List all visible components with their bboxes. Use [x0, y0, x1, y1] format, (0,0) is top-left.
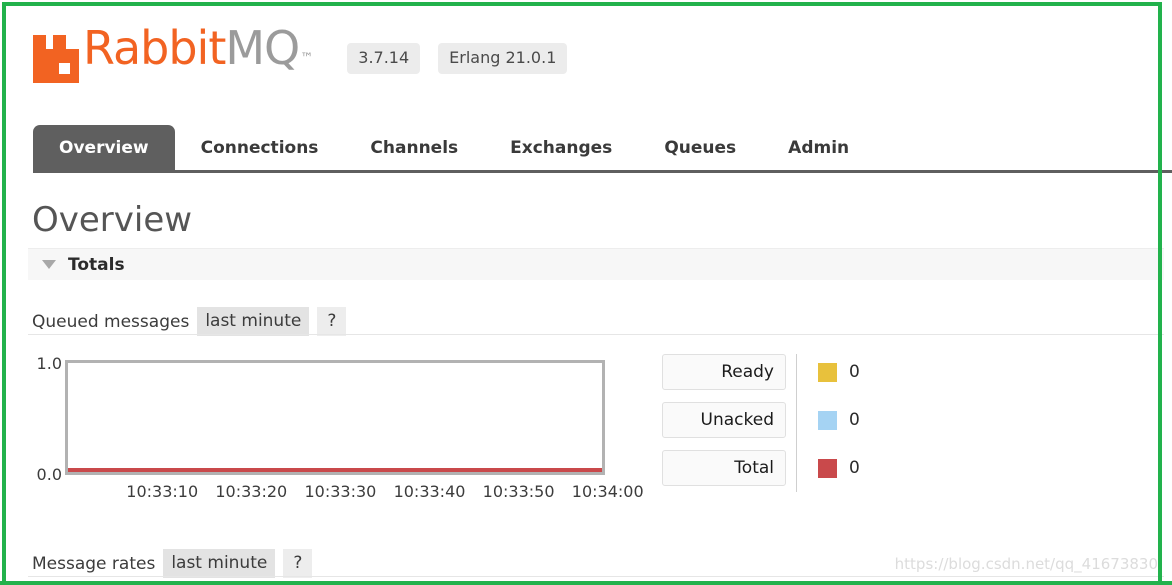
message-rates-label: Message rates	[32, 553, 156, 574]
y-axis-tick-max: 1.0	[36, 354, 62, 373]
chart-legend: Ready Unacked Total 0 0 0	[662, 354, 860, 492]
legend-count-total: 0	[849, 458, 860, 478]
legend-value-list: 0 0 0	[818, 354, 860, 486]
rabbitmq-version-badge: 3.7.14	[347, 43, 421, 74]
swatch-ready-icon	[818, 362, 837, 382]
rabbitmq-logo[interactable]: RabbitMQ™	[33, 21, 313, 85]
logo-text-rabbit: Rabbit	[83, 21, 226, 75]
chart-plot-area	[65, 360, 605, 475]
section-header-totals[interactable]: Totals	[28, 248, 1164, 280]
rabbit-logo-icon	[33, 35, 79, 83]
message-rates-help-icon[interactable]: ?	[283, 549, 313, 578]
tab-overview[interactable]: Overview	[33, 125, 175, 172]
page-content: RabbitMQ™ 3.7.14 Erlang 21.0.1 Overview …	[0, 0, 1172, 585]
divider-queued-messages	[28, 334, 1164, 335]
divider-message-rates	[28, 576, 1164, 577]
app-header: RabbitMQ™ 3.7.14 Erlang 21.0.1	[33, 21, 568, 85]
queued-messages-chart-block: 1.0 0.0 10:33:10 10:33:20 10:33:30 10:33…	[32, 352, 872, 502]
queued-messages-label: Queued messages	[32, 311, 190, 332]
series-line-total	[68, 468, 602, 472]
legend-item-unacked[interactable]: Unacked	[662, 402, 786, 438]
version-badges: 3.7.14 Erlang 21.0.1	[347, 43, 568, 74]
legend-divider	[796, 354, 797, 492]
tab-connections[interactable]: Connections	[175, 125, 345, 172]
queued-messages-period-selector[interactable]: last minute	[197, 307, 310, 336]
erlang-version-badge: Erlang 21.0.1	[438, 43, 568, 74]
x-axis-tick-3: 10:33:30	[304, 482, 377, 501]
legend-value-total: 0	[818, 450, 860, 486]
legend-value-unacked: 0	[818, 402, 860, 438]
x-axis-tick-1: 10:33:10	[126, 482, 199, 501]
x-axis-tick-5: 10:33:50	[482, 482, 555, 501]
tab-channels[interactable]: Channels	[344, 125, 484, 172]
message-rates-heading: Message rates last minute ?	[32, 549, 313, 578]
legend-count-ready: 0	[849, 362, 860, 382]
tab-exchanges[interactable]: Exchanges	[484, 125, 638, 172]
legend-value-ready: 0	[818, 354, 860, 390]
x-axis-tick-2: 10:33:20	[215, 482, 288, 501]
logo-text-mq: MQ	[225, 21, 300, 75]
swatch-unacked-icon	[818, 410, 837, 430]
queued-messages-chart: 1.0 0.0 10:33:10 10:33:20 10:33:30 10:33…	[32, 352, 652, 502]
x-axis-tick-4: 10:33:40	[393, 482, 466, 501]
message-rates-period-selector[interactable]: last minute	[163, 549, 276, 578]
watermark: https://blog.csdn.net/qq_41673830	[894, 555, 1158, 573]
tab-admin[interactable]: Admin	[762, 125, 875, 172]
trademark-icon: ™	[300, 51, 313, 66]
logo-wordmark: RabbitMQ™	[83, 21, 313, 85]
main-navigation: Overview Connections Channels Exchanges …	[33, 125, 875, 172]
queued-messages-heading: Queued messages last minute ?	[32, 307, 347, 336]
swatch-total-icon	[818, 458, 837, 478]
tab-queues[interactable]: Queues	[638, 125, 762, 172]
legend-label-list: Ready Unacked Total	[662, 354, 786, 486]
annotation-frame-bottom	[0, 581, 1172, 585]
x-axis-tick-6: 10:34:00	[571, 482, 644, 501]
page-title: Overview	[32, 200, 193, 240]
legend-item-total[interactable]: Total	[662, 450, 786, 486]
section-title-totals: Totals	[68, 254, 125, 275]
rabbitmq-management-screen: RabbitMQ™ 3.7.14 Erlang 21.0.1 Overview …	[0, 0, 1172, 585]
nav-underline	[33, 170, 1172, 173]
y-axis-tick-min: 0.0	[36, 465, 62, 484]
legend-count-unacked: 0	[849, 410, 860, 430]
legend-item-ready[interactable]: Ready	[662, 354, 786, 390]
caret-down-icon[interactable]	[42, 260, 56, 269]
queued-messages-help-icon[interactable]: ?	[317, 307, 347, 336]
